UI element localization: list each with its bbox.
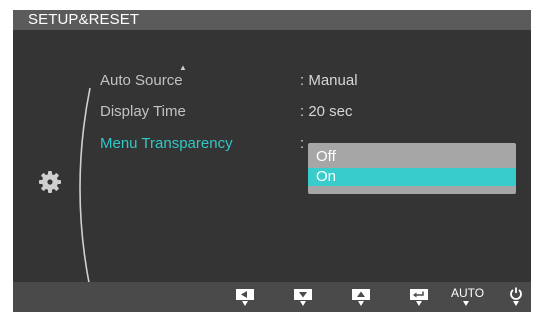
gear-icon bbox=[39, 171, 61, 193]
display-time-value: : 20 sec bbox=[300, 103, 353, 120]
title-bar: SETUP&RESET bbox=[13, 10, 531, 30]
enter-icon bbox=[410, 289, 428, 300]
enter-button[interactable] bbox=[410, 287, 428, 309]
menu-item-menu-transparency[interactable]: Menu Transparency bbox=[100, 135, 233, 153]
option-off[interactable]: Off bbox=[308, 148, 516, 166]
down-arrow-icon bbox=[294, 289, 312, 300]
down-pointer-icon bbox=[513, 301, 519, 306]
left-arrow-icon bbox=[236, 289, 254, 300]
down-button[interactable] bbox=[294, 287, 312, 309]
up-arrow-icon bbox=[352, 289, 370, 300]
power-button[interactable] bbox=[509, 287, 523, 309]
menu-title: SETUP&RESET bbox=[28, 11, 140, 28]
left-button[interactable] bbox=[236, 287, 254, 309]
auto-label: AUTO bbox=[451, 286, 485, 300]
down-pointer-icon bbox=[416, 301, 422, 306]
down-pointer-icon bbox=[300, 301, 306, 306]
menu-arc-decoration bbox=[79, 87, 91, 289]
osd-window: SETUP&RESET ▲ Auto Source : Manual Displ… bbox=[13, 10, 531, 312]
menu-content: ▲ Auto Source : Manual Display Time : 20… bbox=[13, 30, 531, 289]
down-pointer-icon bbox=[358, 301, 364, 306]
menu-transparency-colon: : bbox=[300, 135, 305, 152]
auto-source-value: : Manual bbox=[300, 72, 358, 89]
menu-item-auto-source[interactable]: Auto Source bbox=[100, 72, 183, 90]
option-on[interactable]: On bbox=[308, 168, 516, 186]
button-guide-bar: AUTO bbox=[13, 282, 531, 312]
menu-item-display-time[interactable]: Display Time bbox=[100, 103, 186, 121]
up-button[interactable] bbox=[352, 287, 370, 309]
scroll-up-icon[interactable]: ▲ bbox=[179, 64, 187, 72]
transparency-dropdown[interactable]: Off On bbox=[308, 143, 516, 194]
power-icon bbox=[510, 287, 522, 300]
down-pointer-icon bbox=[463, 301, 469, 306]
down-pointer-icon bbox=[242, 301, 248, 306]
